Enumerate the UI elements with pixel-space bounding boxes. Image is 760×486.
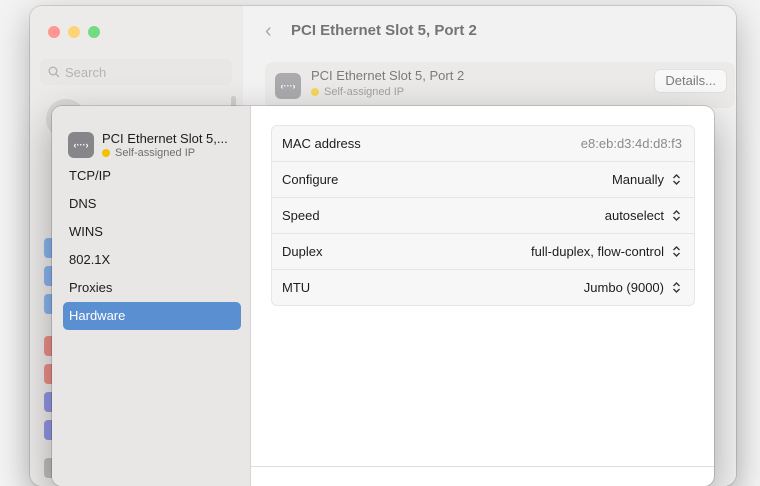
nav-item-hardware[interactable]: Hardware bbox=[63, 302, 241, 330]
chevron-up-down-icon bbox=[670, 281, 682, 295]
chevron-up-down-icon bbox=[670, 173, 682, 187]
nav-item-8021x[interactable]: 802.1X bbox=[63, 246, 241, 274]
mac-address-row: MAC address e8:eb:d3:4d:d8:f3 bbox=[272, 126, 694, 162]
speed-value: autoselect bbox=[604, 208, 664, 223]
configure-value: Manually bbox=[611, 172, 664, 187]
duplex-value: full-duplex, flow-control bbox=[531, 244, 664, 259]
duplex-popup[interactable]: full-duplex, flow-control bbox=[531, 244, 682, 259]
configure-row: Configure Manually bbox=[272, 162, 694, 198]
nav-item-dns[interactable]: DNS bbox=[63, 190, 241, 218]
sheet-service-header: ‹···› PCI Ethernet Slot 5,... Self-assig… bbox=[68, 128, 246, 162]
details-sheet: ‹···› PCI Ethernet Slot 5,... Self-assig… bbox=[52, 106, 714, 486]
configure-popup[interactable]: Manually bbox=[612, 172, 682, 187]
status-dot-icon bbox=[102, 149, 110, 157]
nav-item-wins[interactable]: WINS bbox=[63, 218, 241, 246]
mac-address-value: e8:eb:d3:4d:d8:f3 bbox=[580, 136, 682, 151]
nav-item-proxies[interactable]: Proxies bbox=[63, 274, 241, 302]
sheet-footer-divider bbox=[250, 466, 714, 467]
nav-item-tcpip[interactable]: TCP/IP bbox=[63, 162, 241, 190]
chevron-up-down-icon bbox=[670, 209, 682, 223]
chevron-up-down-icon bbox=[670, 245, 682, 259]
configure-label: Configure bbox=[282, 172, 339, 187]
sheet-nav-list: TCP/IP DNS WINS 802.1X Proxies Hardware bbox=[63, 162, 241, 330]
hardware-settings-table: MAC address e8:eb:d3:4d:d8:f3 Configure … bbox=[271, 125, 695, 306]
ethernet-icon: ‹···› bbox=[68, 132, 94, 158]
sheet-service-title: PCI Ethernet Slot 5,... bbox=[102, 131, 228, 146]
duplex-row: Duplex full-duplex, flow-control bbox=[272, 234, 694, 270]
mac-address-label: MAC address bbox=[282, 136, 361, 151]
speed-row: Speed autoselect bbox=[272, 198, 694, 234]
speed-label: Speed bbox=[282, 208, 320, 223]
mtu-row: MTU Jumbo (9000) bbox=[272, 270, 694, 305]
sheet-service-status: Self-assigned IP bbox=[102, 147, 195, 159]
mtu-popup[interactable]: Jumbo (9000) bbox=[584, 280, 682, 295]
sheet-service-status-text: Self-assigned IP bbox=[115, 147, 196, 159]
mtu-value: Jumbo (9000) bbox=[583, 280, 664, 295]
mtu-label: MTU bbox=[282, 280, 311, 295]
hardware-panel: MAC address e8:eb:d3:4d:d8:f3 Configure … bbox=[271, 125, 695, 306]
sheet-sidebar: ‹···› PCI Ethernet Slot 5,... Self-assig… bbox=[52, 106, 251, 486]
duplex-label: Duplex bbox=[282, 244, 323, 259]
speed-popup[interactable]: autoselect bbox=[605, 208, 682, 223]
